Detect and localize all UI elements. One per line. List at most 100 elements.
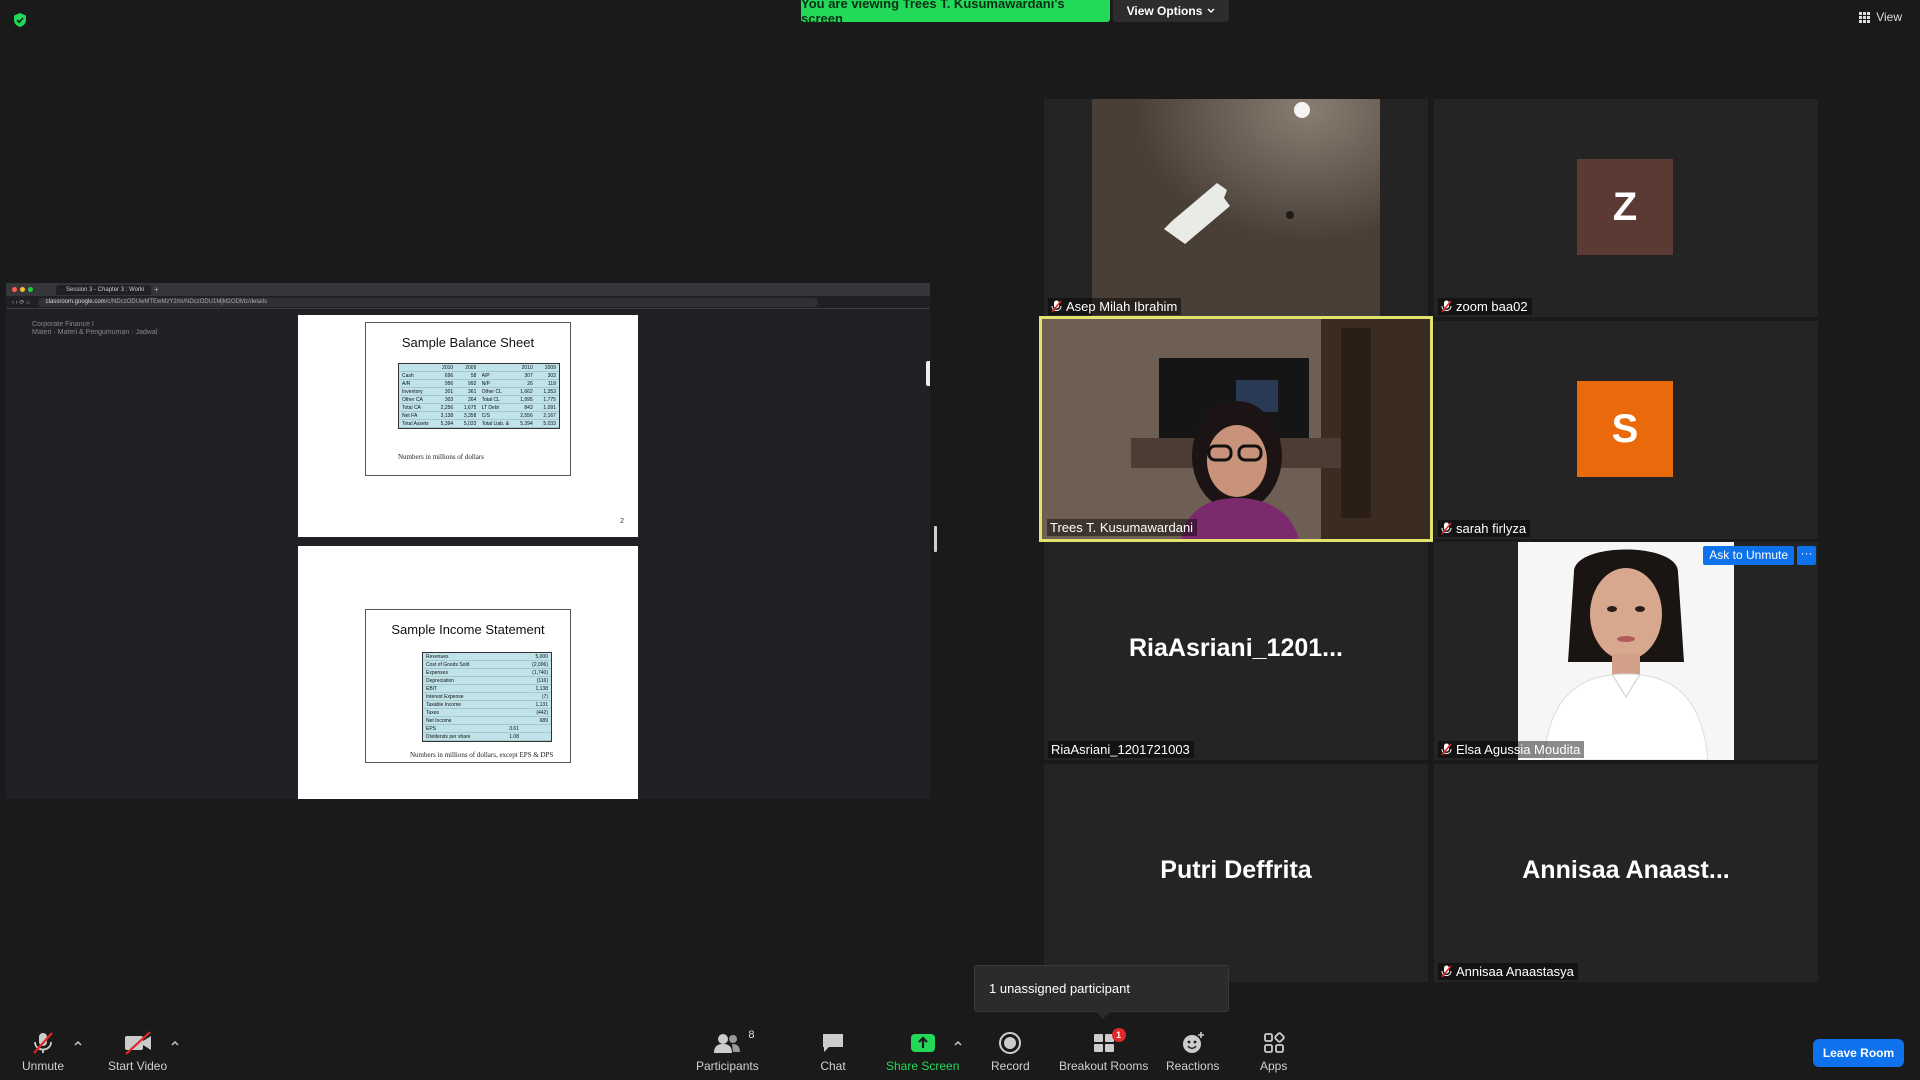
browser-tab-bar: Session 3 - Chapter 3 : Worki + <box>6 283 930 296</box>
balance-sheet-cell: 1,662 <box>520 389 533 395</box>
ask-to-unmute-button[interactable]: Ask to Unmute <box>1703 546 1794 565</box>
participant-name-text: Asep Milah Ibrahim <box>1066 299 1178 314</box>
chat-icon <box>823 1034 843 1052</box>
slide-page-number: 2 <box>620 518 624 525</box>
close-window-icon <box>12 287 17 292</box>
income-statement-row: Interest Expense (7) <box>423 693 551 701</box>
balance-sheet-row: Total CA 2,256 1,675 LT Debt 843 1,091 <box>399 404 559 412</box>
income-statement-cell <box>493 693 519 700</box>
balance-sheet-cell: Total Assets <box>402 421 429 427</box>
reactions-button[interactable]: Reactions <box>1166 1031 1219 1073</box>
participants-button[interactable]: 8 Participants <box>696 1029 759 1073</box>
income-statement-row: Cost of Goods Sold (2,006) <box>423 661 551 669</box>
share-screen-button[interactable]: Share Screen <box>886 1031 959 1073</box>
income-statement-cell <box>493 685 519 692</box>
balance-sheet-cell: 58 <box>470 373 477 379</box>
balance-sheet-row: Cash 696 58 A/P 307 303 <box>399 372 559 380</box>
income-statement-cell: Expenses <box>426 670 448 676</box>
participant-tile[interactable]: Putri Deffrita <box>1044 764 1428 982</box>
participant-display-name: Putri Deffrita <box>1160 856 1312 884</box>
start-video-button[interactable]: Start Video <box>108 1031 167 1073</box>
income-statement-cell <box>493 661 519 668</box>
participant-name-text: Annisaa Anaastasya <box>1456 964 1574 979</box>
unmute-label: Unmute <box>22 1059 65 1073</box>
participant-tile[interactable]: Asep Milah Ibrahim <box>1044 99 1428 317</box>
balance-sheet-cell: Cash <box>402 373 414 379</box>
leave-room-button[interactable]: Leave Room <box>1813 1039 1904 1067</box>
balance-sheet-cell: N/P <box>481 381 490 387</box>
slide-note: Numbers in millions of dollars, except E… <box>410 751 554 759</box>
video-options-chevron-icon[interactable] <box>171 1039 179 1047</box>
page-scrollbar[interactable] <box>926 361 930 386</box>
balance-sheet-cell: 1,091 <box>543 405 556 411</box>
balance-sheet-cell: A/P <box>481 373 490 379</box>
income-statement-cell <box>522 733 548 740</box>
income-statement-cell: Cost of Goods Sold <box>426 662 470 668</box>
muted-mic-icon <box>1441 965 1452 978</box>
breakout-rooms-button[interactable]: 1 Breakout Rooms <box>1059 1028 1149 1073</box>
audio-options-chevron-icon[interactable] <box>74 1039 82 1047</box>
start-video-label: Start Video <box>108 1059 168 1073</box>
balance-sheet-cell <box>402 364 430 371</box>
balance-sheet-cell <box>482 364 510 371</box>
resize-divider-handle[interactable] <box>934 526 937 552</box>
participant-tile[interactable]: Annisaa Anaast... Annisaa Anaastasya <box>1434 764 1818 982</box>
participant-tile[interactable]: Ask to Unmute ··· Elsa Agussia Moudita <box>1434 542 1818 760</box>
participant-tile[interactable]: S sarah firlyza <box>1434 321 1818 539</box>
reactions-label: Reactions <box>1166 1059 1220 1073</box>
share-screen-label: Share Screen <box>886 1059 960 1073</box>
url-field: classroom.google.com/c/NDczODUwMTEwMzY2/… <box>37 297 818 307</box>
participant-tile[interactable]: Z zoom baa02 <box>1434 99 1818 317</box>
income-statement-row: EPS 3.61 <box>423 725 551 733</box>
participant-tile[interactable]: RiaAsriani_1201... RiaAsriani_1201721003 <box>1044 542 1428 760</box>
new-tab-icon: + <box>154 285 159 294</box>
slide-title: Sample Income Statement <box>391 622 545 637</box>
participant-name-text: sarah firlyza <box>1456 521 1527 536</box>
shared-screen[interactable]: Session 3 - Chapter 3 : Worki + ‹ › ⟳ ⌂ … <box>6 283 930 799</box>
share-options-chevron-icon[interactable] <box>954 1039 962 1047</box>
muted-mic-icon <box>1051 300 1062 313</box>
muted-mic-icon <box>33 1032 53 1054</box>
income-statement-row: Depreciation (116) <box>423 677 551 685</box>
balance-sheet-cell: 361 <box>468 389 477 395</box>
view-label: View <box>1876 10 1902 24</box>
record-button[interactable]: Record <box>991 1031 1030 1073</box>
record-icon <box>999 1032 1022 1054</box>
muted-mic-icon <box>1441 522 1452 535</box>
classroom-title: Corporate Finance I <box>32 321 94 328</box>
breakout-rooms-label: Breakout Rooms <box>1059 1059 1149 1073</box>
income-statement-cell: (442) <box>536 710 548 716</box>
income-statement-cell: (116) <box>536 678 548 684</box>
chevron-down-icon <box>1207 8 1215 13</box>
balance-sheet-cell: 3,358 <box>463 413 477 419</box>
income-statement-cell: 1.08 <box>509 734 519 740</box>
balance-sheet-cell: Other CA <box>402 397 423 403</box>
view-options-button[interactable]: View Options <box>1113 0 1229 22</box>
record-label: Record <box>991 1059 1030 1073</box>
participants-icon-wrap: 8 <box>712 1029 754 1055</box>
participant-name-text: RiaAsriani_1201721003 <box>1051 742 1190 757</box>
income-statement-cell: (1,740) <box>532 670 548 676</box>
slide-balance-sheet: Sample Balance Sheet 2010 2009 2010 2009 Cas… <box>365 322 571 476</box>
income-statement-cell: 3.61 <box>509 726 519 732</box>
participant-name-text: Elsa Agussia Moudita <box>1456 742 1581 757</box>
balance-sheet-cell: 307 <box>524 373 533 379</box>
more-options-button[interactable]: ··· <box>1797 546 1816 565</box>
balance-sheet-cell: A/R <box>402 381 411 387</box>
balance-sheet-cell: Inventory <box>402 389 423 395</box>
unmute-button[interactable]: Unmute <box>22 1031 64 1073</box>
muted-mic-icon <box>1441 743 1452 756</box>
balance-sheet-cell: 2010 <box>442 365 454 371</box>
screen-share-banner: You are viewing Trees T. Kusumawardani's… <box>801 0 1110 26</box>
apps-button[interactable]: Apps <box>1260 1031 1287 1073</box>
security-shield-icon[interactable] <box>12 12 28 28</box>
balance-sheet-cell: 843 <box>524 405 533 411</box>
active-speaker-tile[interactable]: Trees T. Kusumawardani <box>1039 316 1433 542</box>
balance-sheet-cell: 3,138 <box>440 413 454 419</box>
view-layout-button[interactable]: View <box>1859 10 1902 24</box>
chat-button[interactable]: Chat <box>820 1031 846 1073</box>
income-statement-cell: Taxes <box>426 710 440 716</box>
balance-sheet-cell: 1,353 <box>543 389 556 395</box>
balance-sheet-cell: 2009 <box>465 365 477 371</box>
participant-video <box>1092 99 1380 317</box>
